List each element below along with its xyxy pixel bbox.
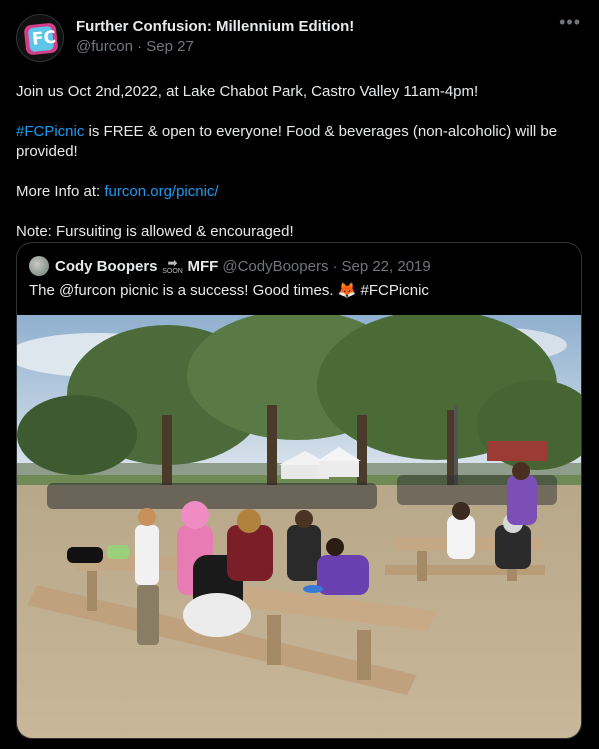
tweet-line: Note: Fursuiting is allowed & encouraged…: [16, 223, 294, 240]
quoted-tweet-header: Cody Boopers ➡ SOON MFF @CodyBoopers · Se…: [17, 243, 581, 277]
handle[interactable]: @furcon: [76, 38, 133, 55]
picnic-photo[interactable]: [17, 315, 581, 738]
quoted-handle[interactable]: @CodyBoopers: [222, 258, 328, 275]
quoted-avatar[interactable]: [29, 256, 49, 276]
quoted-timestamp[interactable]: Sep 22, 2019: [341, 258, 430, 275]
quoted-name-suffix[interactable]: MFF: [188, 258, 219, 275]
separator: ·: [137, 38, 143, 55]
quoted-display-name[interactable]: Cody Boopers: [55, 258, 158, 275]
quoted-text: The @furcon picnic is a success! Good ti…: [17, 277, 581, 301]
quoted-tweet[interactable]: Cody Boopers ➡ SOON MFF @CodyBoopers · Se…: [16, 242, 582, 739]
timestamp[interactable]: Sep 27: [146, 38, 194, 55]
tweet-header: FC Further Confusion: Millennium Edition…: [16, 14, 583, 64]
author-block: Further Confusion: Millennium Edition! @…: [76, 14, 354, 57]
soon-arrow-icon: ➡ SOON: [162, 255, 183, 275]
fox-emoji-icon: 🦊: [337, 282, 357, 299]
quoted-text-start: The @furcon picnic is a success! Good ti…: [29, 282, 338, 299]
hashtag-link[interactable]: #FCPicnic: [16, 123, 84, 140]
tweet-meta: @furcon · Sep 27: [76, 37, 354, 57]
more-info-label: More Info at:: [16, 183, 105, 200]
tweet-line: #FCPicnic is FREE & open to everyone! Fo…: [16, 122, 583, 162]
quoted-hashtag[interactable]: #FCPicnic: [361, 282, 429, 299]
ellipsis-icon[interactable]: •••: [559, 12, 581, 33]
tweet-line: More Info at: furcon.org/picnic/: [16, 182, 583, 202]
tweet-text: Join us Oct 2nd,2022, at Lake Chabot Par…: [16, 82, 583, 242]
separator: ·: [332, 257, 338, 275]
tweet-line-text: is FREE & open to everyone! Food & bever…: [16, 123, 558, 160]
avatar[interactable]: FC: [16, 14, 64, 62]
url-link[interactable]: furcon.org/picnic/: [104, 183, 218, 200]
fc-logo-icon: FC: [23, 22, 59, 56]
tweet-line: Join us Oct 2nd,2022, at Lake Chabot Par…: [16, 83, 479, 100]
tweet: FC Further Confusion: Millennium Edition…: [0, 0, 599, 749]
picnic-photo-art: [17, 315, 581, 738]
display-name[interactable]: Further Confusion: Millennium Edition!: [76, 17, 354, 37]
